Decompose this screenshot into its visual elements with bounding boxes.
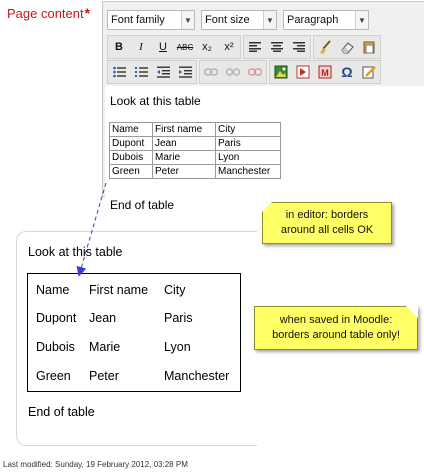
saved-note: when saved in Moodle: borders around tab… — [254, 306, 418, 350]
dashed-arrow-line — [76, 182, 107, 277]
editor-note-line2: around all cells OK — [280, 224, 374, 236]
editor-note-line1: in editor: borders — [285, 209, 369, 221]
note-fold — [406, 306, 418, 318]
saved-note-line2: borders around table only! — [272, 329, 400, 341]
saved-note-line1: when saved in Moodle: — [279, 314, 393, 326]
editor-note: in editor: borders around all cells OK — [262, 202, 392, 244]
note-fold — [262, 202, 272, 212]
